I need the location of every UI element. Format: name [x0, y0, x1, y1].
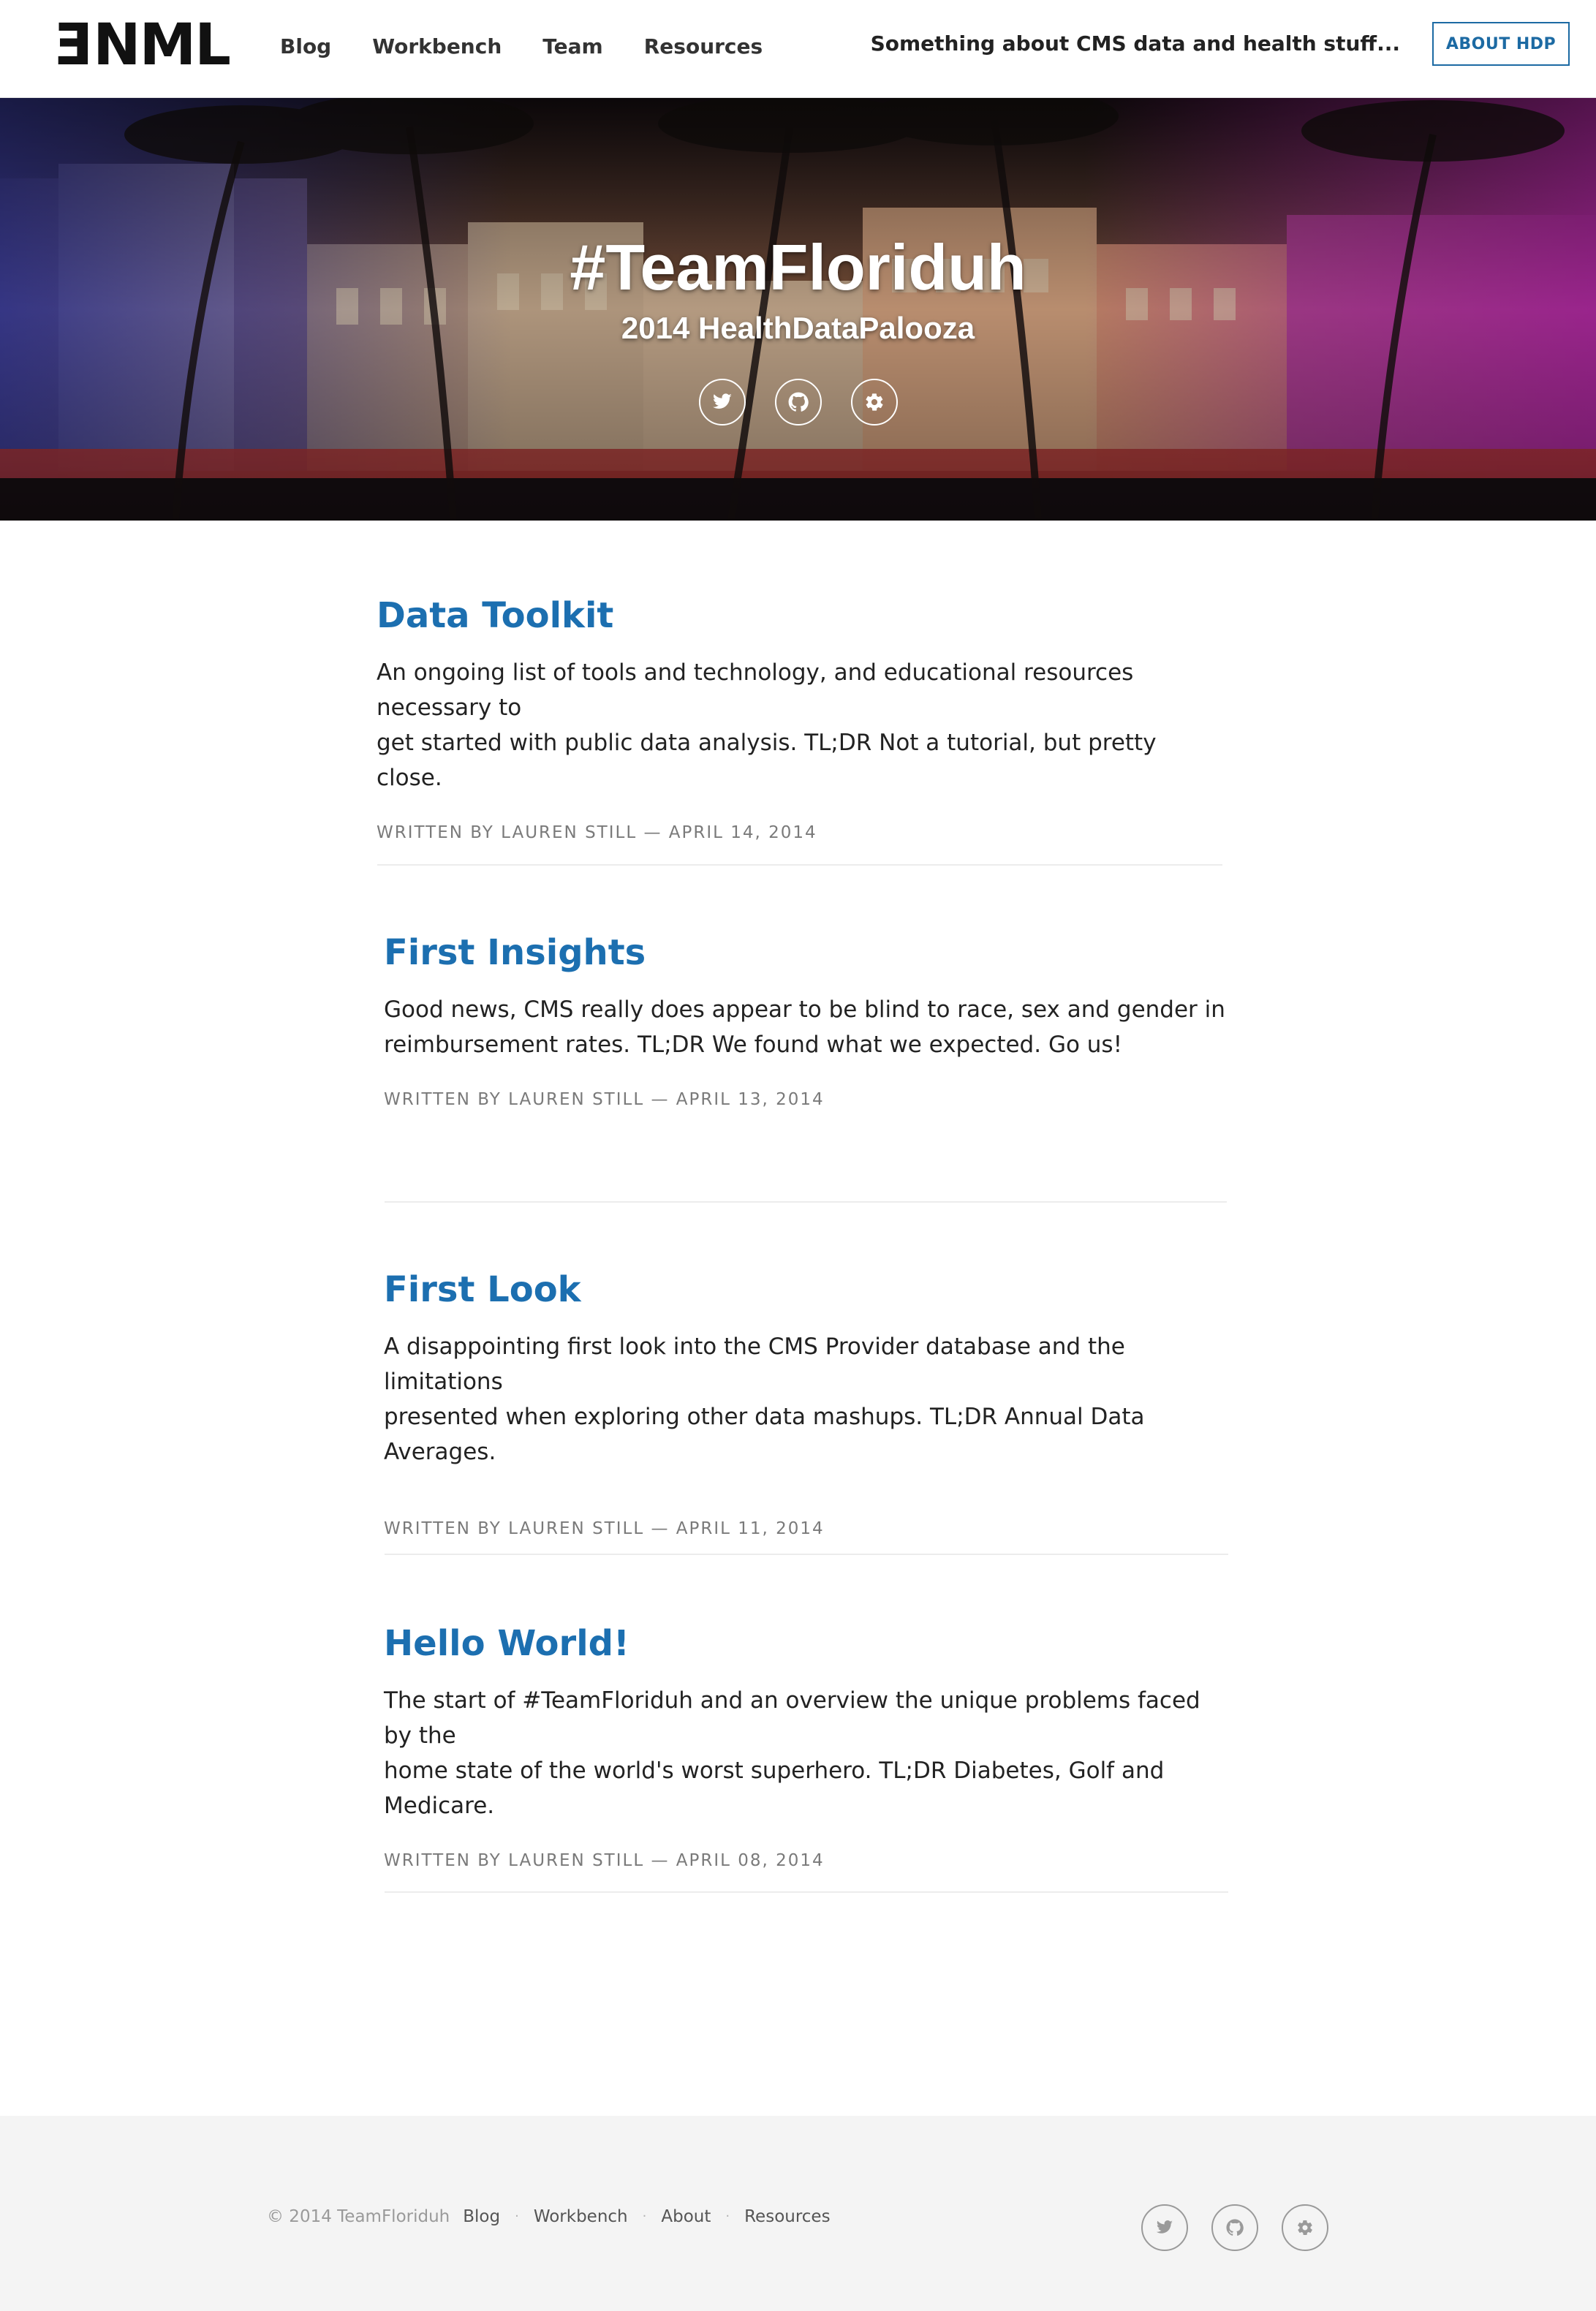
footer-link-workbench[interactable]: Workbench	[534, 2205, 628, 2228]
nav-link-team[interactable]: Team	[542, 29, 602, 64]
post-excerpt: The start of #TeamFloriduh and an overvi…	[384, 1683, 1232, 1823]
post-item: First Look A disappointing first look in…	[384, 1268, 1232, 1538]
site-tagline: Something about CMS data and health stuf…	[870, 31, 1400, 56]
footer-link-blog[interactable]: Blog	[463, 2205, 500, 2228]
post-title-link[interactable]: Data Toolkit	[377, 594, 1225, 638]
post-title-link[interactable]: First Insights	[384, 931, 1232, 975]
footer-link-resources[interactable]: Resources	[744, 2205, 830, 2228]
post-excerpt-line: An ongoing list of tools and technology,…	[377, 659, 1134, 721]
github-icon[interactable]	[1211, 2204, 1258, 2251]
post-excerpt-line: get started with public data analysis. T…	[377, 730, 1157, 791]
footer-separator: ·	[515, 2209, 519, 2224]
hero-background-image	[0, 98, 1596, 521]
post-excerpt: Good news, CMS really does appear to be …	[384, 992, 1232, 1062]
post-divider	[385, 1554, 1228, 1555]
footer-separator: ·	[642, 2209, 647, 2224]
logo-mirrored-letter: E	[56, 12, 94, 78]
post-divider	[385, 1891, 1228, 1893]
footer-social-icons	[1141, 2204, 1328, 2251]
twitter-icon[interactable]	[1141, 2204, 1188, 2251]
github-icon[interactable]	[775, 379, 822, 425]
post-item: First Insights Good news, CMS really doe…	[384, 931, 1232, 1109]
post-item: Data Toolkit An ongoing list of tools an…	[377, 594, 1225, 842]
hero-title: #TeamFloriduh	[570, 231, 1026, 303]
footer-separator: ·	[725, 2209, 730, 2224]
logo-text: NML	[93, 12, 231, 78]
main-nav: Blog Workbench Team Resources	[280, 29, 763, 64]
post-excerpt-line: presented when exploring other data mash…	[384, 1404, 1145, 1465]
about-hdp-button[interactable]: ABOUT HDP	[1432, 22, 1570, 66]
post-excerpt-line: reimbursement rates. TL;DR We found what…	[384, 1032, 1123, 1058]
post-excerpt-line: Good news, CMS really does appear to be …	[384, 996, 1225, 1023]
post-excerpt-line: home state of the world's worst superher…	[384, 1758, 1165, 1819]
post-item: Hello World! The start of #TeamFloriduh …	[384, 1622, 1232, 1870]
post-meta: WRITTEN BY LAUREN STILL — APRIL 08, 2014	[384, 1851, 825, 1870]
gear-icon[interactable]	[851, 379, 898, 425]
gear-icon[interactable]	[1282, 2204, 1328, 2251]
nav-link-workbench[interactable]: Workbench	[372, 29, 502, 64]
post-divider	[377, 864, 1222, 866]
site-logo[interactable]: E NML	[56, 12, 231, 78]
top-navigation-bar: E NML Blog Workbench Team Resources Somet…	[0, 0, 1596, 98]
nav-link-resources[interactable]: Resources	[644, 29, 763, 64]
footer-link-about[interactable]: About	[661, 2205, 711, 2228]
nav-link-blog[interactable]: Blog	[280, 29, 331, 64]
post-excerpt-line: The start of #TeamFloriduh and an overvi…	[384, 1687, 1200, 1749]
post-meta: WRITTEN BY LAUREN STILL — APRIL 11, 2014	[384, 1519, 825, 1538]
post-title-link[interactable]: Hello World!	[384, 1622, 1232, 1665]
post-meta: WRITTEN BY LAUREN STILL — APRIL 14, 2014	[377, 823, 817, 842]
post-excerpt: A disappointing first look into the CMS …	[384, 1329, 1232, 1470]
post-title-link[interactable]: First Look	[384, 1268, 1232, 1312]
hero-banner: #TeamFloriduh 2014 HealthDataPalooza	[0, 98, 1596, 521]
post-meta: WRITTEN BY LAUREN STILL — APRIL 13, 2014	[384, 1090, 825, 1109]
post-divider	[385, 1201, 1227, 1203]
hero-subtitle: 2014 HealthDataPalooza	[621, 311, 975, 345]
post-excerpt: An ongoing list of tools and technology,…	[377, 655, 1225, 795]
hero-social-icons	[699, 379, 898, 425]
footer-links: © 2014 TeamFloriduh Blog · Workbench · A…	[267, 2205, 831, 2228]
post-excerpt-line: A disappointing first look into the CMS …	[384, 1334, 1125, 1395]
footer-copyright: © 2014 TeamFloriduh	[267, 2207, 450, 2226]
twitter-icon[interactable]	[699, 379, 746, 425]
